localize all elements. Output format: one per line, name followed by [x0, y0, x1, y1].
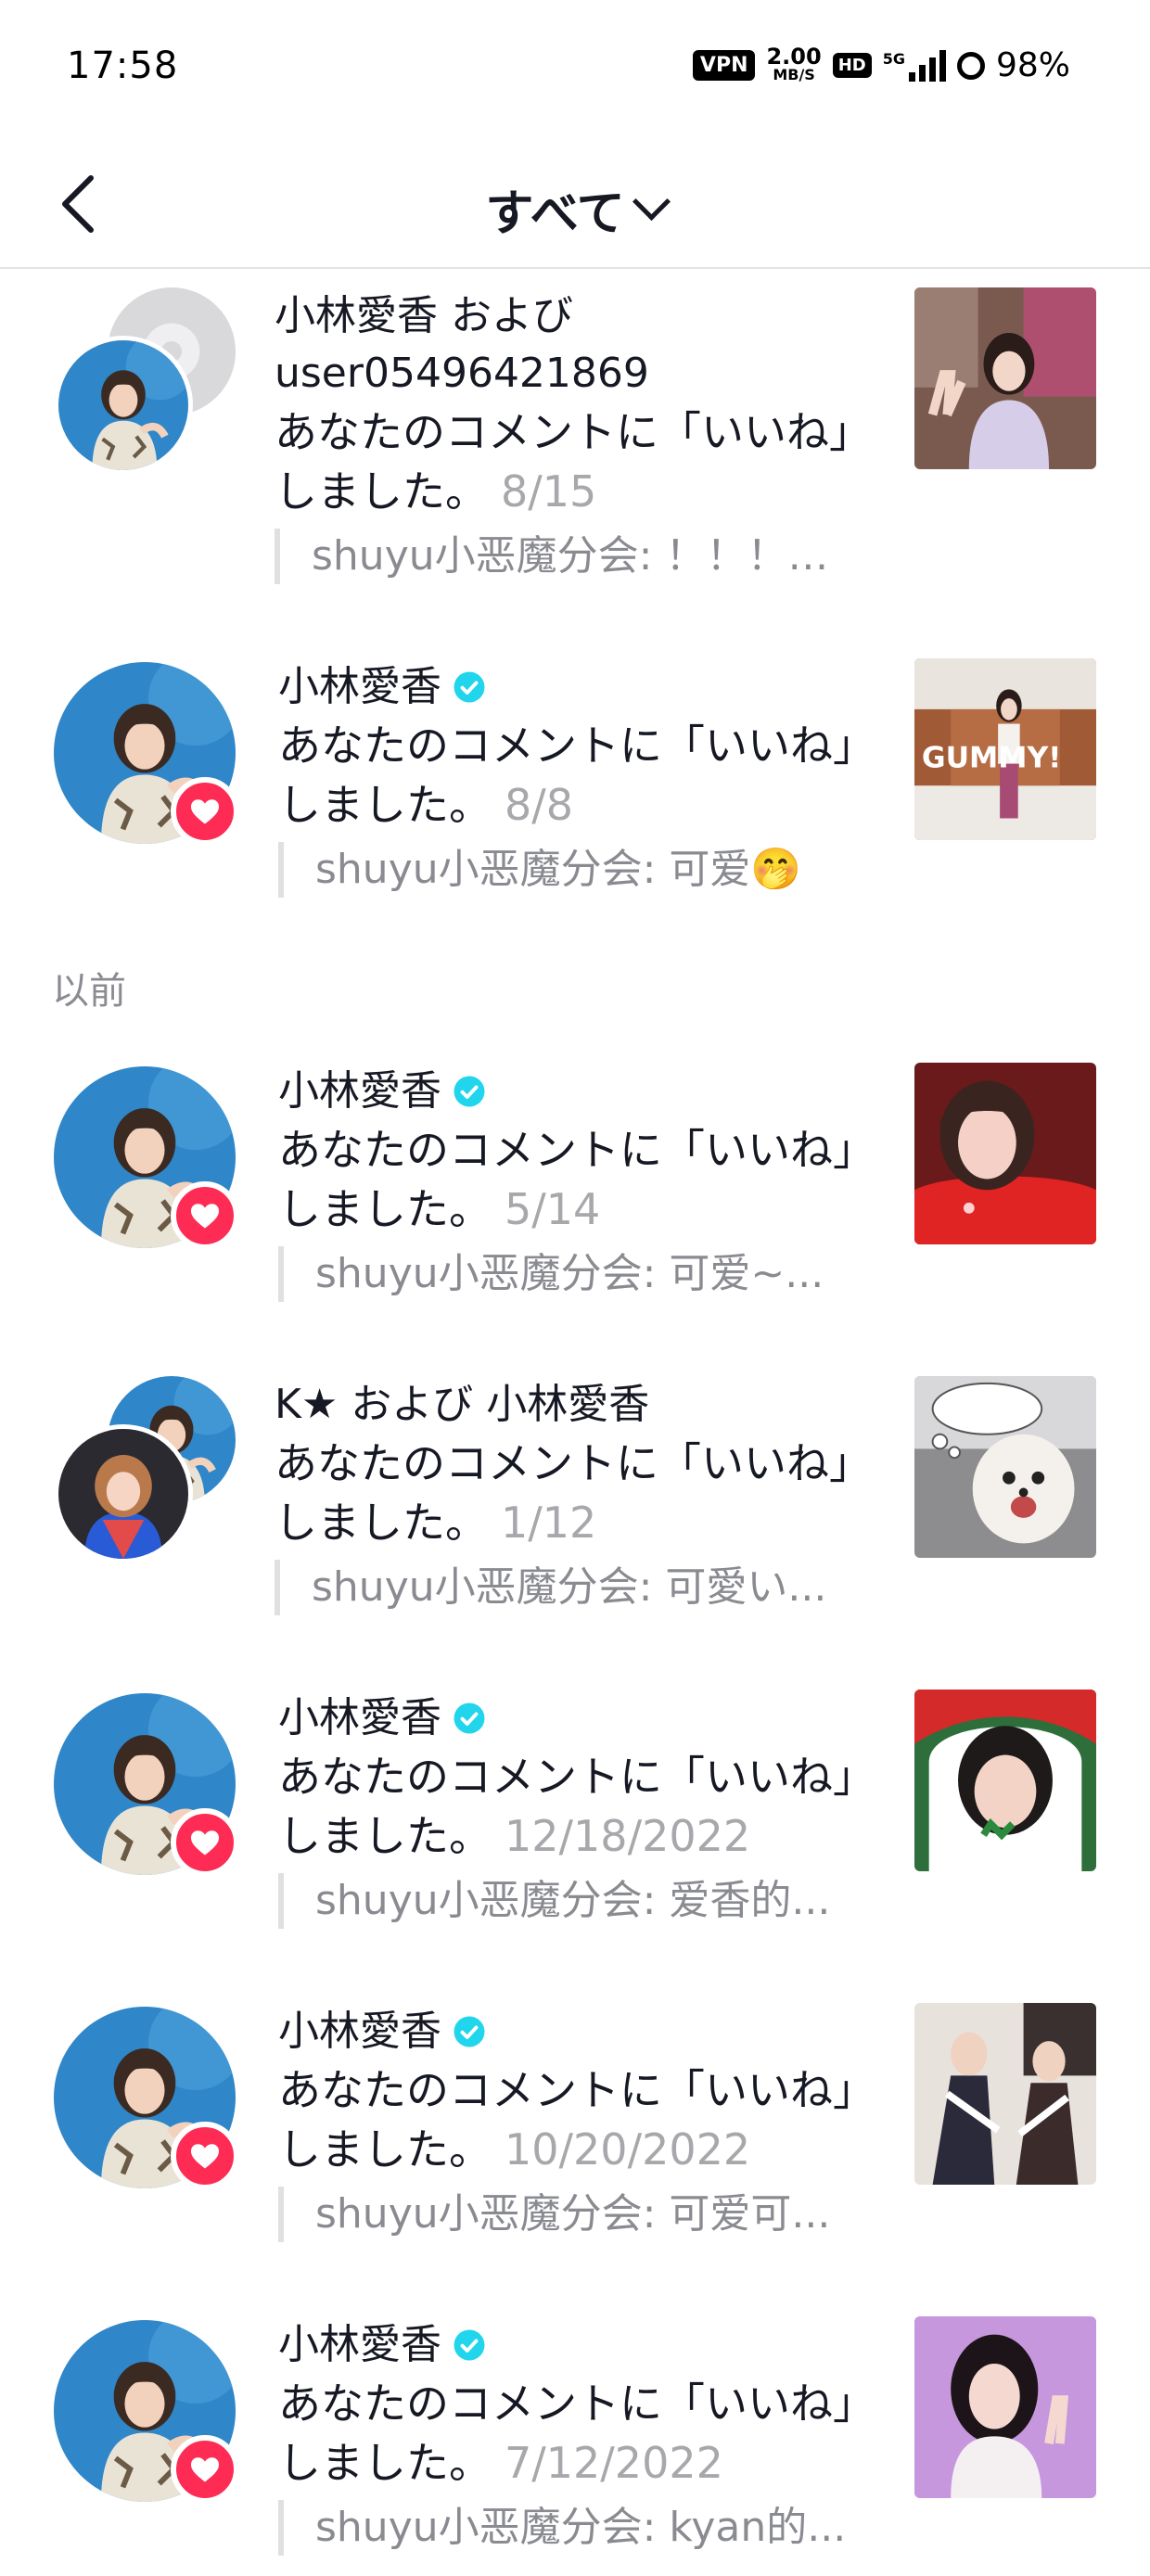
notification-message: あなたのコメントに「いいね」しました。 8/8 — [278, 716, 872, 835]
filter-dropdown[interactable]: すべて — [0, 174, 1150, 244]
comment-preview: shuyu小恶魔分会: 爱香的... — [278, 1873, 872, 1929]
notification-date: 8/15 — [501, 466, 597, 516]
actor-names-line2: user05496421869 — [275, 350, 649, 397]
comment-preview: shuyu小恶魔分会: 可爱~... — [278, 1246, 872, 1302]
video-thumbnail[interactable] — [914, 1376, 1096, 1558]
avatar[interactable] — [54, 1424, 193, 1563]
notification-message: あなたのコメントに「いいね」しました。 1/12 — [275, 1434, 868, 1552]
comment-preview: shuyu小恶魔分会: kyan的... — [278, 2500, 872, 2556]
actor-name-row: 小林愛香 — [278, 1063, 872, 1120]
notification-text: 小林愛香 あなたのコメントに「いいね」しました。 7/12/2022 shuyu小… — [278, 2316, 872, 2556]
notification-message: あなたのコメントに「いいね」しました。 7/12/2022 — [278, 2374, 872, 2493]
comment-preview: shuyu小恶魔分会: 可爱可... — [278, 2187, 872, 2242]
video-thumbnail[interactable] — [914, 2003, 1096, 2185]
notification-text: 小林愛香 あなたのコメントに「いいね」しました。 10/20/2022 shuyu… — [278, 2003, 872, 2242]
heart-icon — [188, 2453, 222, 2486]
battery-icon — [956, 51, 985, 80]
profile-photo — [58, 1429, 188, 1559]
network-speed-value: 2.00 — [766, 43, 822, 70]
heart-icon — [188, 795, 222, 828]
heart-icon — [188, 2139, 222, 2173]
notification-message: あなたのコメントに「いいね」しました。 8/15 — [275, 402, 868, 521]
comment-preview: shuyu小恶魔分会: 可愛い... — [275, 1560, 868, 1615]
video-thumbnail[interactable] — [914, 2316, 1096, 2498]
video-thumbnail[interactable] — [914, 287, 1096, 469]
like-badge — [171, 777, 239, 846]
notification-text: 小林愛香 あなたのコメントに「いいね」しました。 8/8 shuyu小恶魔分会: … — [278, 658, 872, 898]
network-speed: 2.00 MB/S — [766, 43, 822, 84]
avatar[interactable] — [54, 336, 193, 475]
notification-item[interactable]: 小林愛香 あなたのコメントに「いいね」しました。 12/18/2022 shuyu… — [0, 1680, 1150, 1949]
actor-name: 小林愛香 — [278, 2321, 441, 2368]
page-title: すべて — [485, 186, 625, 242]
notification-item[interactable]: K★ および 小林愛香 あなたのコメントに「いいね」しました。 1/12 shuy… — [0, 1367, 1150, 1636]
like-badge — [171, 2122, 239, 2190]
actor-names-line1: 小林愛香 および — [275, 292, 573, 339]
actor-name: 小林愛香 — [278, 1067, 441, 1115]
notification-item[interactable]: 小林愛香 あなたのコメントに「いいね」しました。 5/14 shuyu小恶魔分会:… — [0, 1053, 1150, 1322]
vpn-badge: VPN — [692, 50, 756, 81]
actor-name: 小林愛香 — [278, 663, 441, 710]
thumbnail-caption: GUMMY! — [922, 742, 1062, 775]
notification-date: 12/18/2022 — [505, 1811, 751, 1861]
notification-text: 小林愛香 あなたのコメントに「いいね」しました。 12/18/2022 shuyu… — [278, 1690, 872, 1929]
verified-icon — [453, 2015, 486, 2048]
notification-item[interactable]: 小林愛香 および user05496421869 あなたのコメントに「いいね」し… — [0, 278, 1150, 593]
top-bar: すべて — [0, 139, 1150, 269]
like-badge — [171, 2435, 239, 2504]
notification-date: 5/14 — [505, 1184, 601, 1234]
notification-item[interactable]: 小林愛香 あなたのコメントに「いいね」しました。 7/12/2022 shuyu小… — [0, 2307, 1150, 2576]
video-thumbnail[interactable] — [914, 1063, 1096, 1244]
notification-item[interactable]: 小林愛香 あなたのコメントに「いいね」しました。 10/20/2022 shuyu… — [0, 1994, 1150, 2263]
notification-text: K★ および 小林愛香 あなたのコメントに「いいね」しました。 1/12 shuy… — [275, 1376, 868, 1615]
status-bar: 17:58 VPN 2.00 MB/S HD 5G 98% — [0, 0, 1150, 139]
hd-badge: HD — [832, 53, 872, 78]
notification-text: 小林愛香 あなたのコメントに「いいね」しました。 5/14 shuyu小恶魔分会:… — [278, 1063, 872, 1302]
thumbnail-image: GUMMY! — [914, 658, 1096, 840]
verified-icon — [453, 2328, 486, 2362]
thumbnail-image — [914, 2003, 1096, 2185]
chevron-down-icon — [632, 182, 671, 222]
network-type: 5G — [882, 49, 905, 68]
comment-preview: shuyu小恶魔分会: 可爱🤭 — [278, 842, 872, 898]
status-icons: VPN 2.00 MB/S HD 5G 98% — [692, 43, 1070, 84]
comment-preview: shuyu小恶魔分会: ！！！… — [275, 529, 868, 584]
thumbnail-image — [914, 2316, 1096, 2498]
thumbnail-image — [914, 1376, 1096, 1558]
like-badge — [171, 1808, 239, 1877]
like-badge — [171, 1181, 239, 1250]
actor-name-row: 小林愛香 — [278, 1690, 872, 1747]
verified-icon — [453, 670, 486, 704]
actor-name-row: 小林愛香 — [278, 2316, 872, 2374]
notification-message: あなたのコメントに「いいね」しました。 5/14 — [278, 1120, 872, 1239]
verified-icon — [453, 1075, 486, 1108]
section-header: 以前 — [52, 970, 126, 1013]
verified-icon — [453, 1702, 486, 1735]
network-speed-unit: MB/S — [773, 65, 815, 83]
video-thumbnail[interactable]: GUMMY! — [914, 658, 1096, 840]
notification-text: 小林愛香 および user05496421869 あなたのコメントに「いいね」し… — [275, 287, 868, 584]
thumbnail-image — [914, 1690, 1096, 1871]
actor-name-row: 小林愛香 — [278, 658, 872, 716]
thumbnail-image — [914, 1063, 1096, 1244]
profile-photo — [58, 340, 188, 470]
heart-icon — [188, 1826, 222, 1859]
actor-name: 小林愛香 — [278, 2008, 441, 2055]
notification-date: 1/12 — [501, 1498, 597, 1548]
actor-names: K★ および 小林愛香 — [275, 1381, 650, 1428]
status-time: 17:58 — [67, 45, 179, 87]
thumbnail-image — [914, 287, 1096, 469]
battery-level: 98% — [995, 46, 1070, 84]
signal-icon: 5G — [882, 49, 946, 82]
notification-message: あなたのコメントに「いいね」しました。 12/18/2022 — [278, 1747, 872, 1866]
actor-name: 小林愛香 — [278, 1694, 441, 1741]
notification-date: 10/20/2022 — [505, 2124, 751, 2174]
notification-item[interactable]: 小林愛香 あなたのコメントに「いいね」しました。 8/8 shuyu小恶魔分会: … — [0, 649, 1150, 918]
notification-message: あなたのコメントに「いいね」しました。 10/20/2022 — [278, 2060, 872, 2179]
actor-name-row: 小林愛香 — [278, 2003, 872, 2060]
notification-date: 7/12/2022 — [505, 2438, 723, 2488]
heart-icon — [188, 1199, 222, 1232]
notification-date: 8/8 — [505, 780, 574, 830]
video-thumbnail[interactable] — [914, 1690, 1096, 1871]
